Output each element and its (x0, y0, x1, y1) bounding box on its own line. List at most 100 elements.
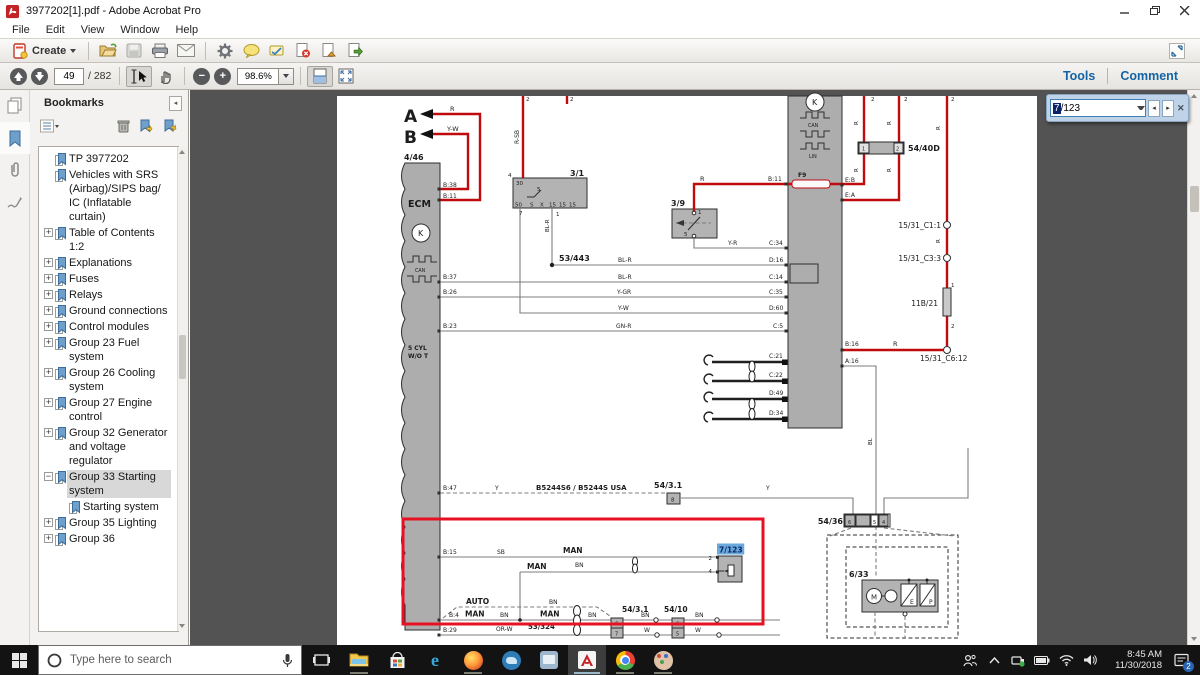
bookmark-label[interactable]: Group 27 Engine control (67, 396, 171, 424)
close-find-bar-icon[interactable]: ✕ (1177, 103, 1185, 114)
fit-window-button[interactable] (333, 66, 359, 87)
maximize-button[interactable] (1140, 0, 1170, 22)
bookmark-label[interactable]: Fuses (67, 272, 101, 286)
bookmarks-scrollbar[interactable] (177, 147, 187, 631)
bookmark-item[interactable]: + Relays (43, 288, 177, 302)
taskbar-search-box[interactable]: Type here to search (38, 645, 302, 675)
bookmark-item[interactable]: + Group 35 Lighting (43, 516, 177, 530)
search-input[interactable]: 7/123 (1050, 99, 1146, 117)
zoom-dropdown-button[interactable] (279, 68, 294, 85)
menu-view[interactable]: View (73, 24, 113, 36)
new-bookmark-from-selection-button[interactable] (163, 119, 178, 138)
bookmark-label[interactable]: Relays (67, 288, 105, 302)
bookmark-item[interactable]: +Fuses (43, 272, 177, 286)
tools-panel-button[interactable]: Tools (1051, 69, 1107, 83)
bookmark-label[interactable]: Explanations (67, 256, 134, 270)
previous-page-button[interactable] (10, 68, 27, 85)
expander-icon[interactable]: + (44, 518, 53, 527)
volume-icon[interactable] (1078, 645, 1102, 675)
bookmark-item[interactable]: Vehicles with SRS (Airbag)/SIPS bag/ IC … (43, 168, 177, 224)
bookmark-label[interactable]: Control modules (67, 320, 151, 334)
bookmark-label[interactable]: TP 3977202 (67, 152, 131, 166)
expander-icon[interactable]: + (44, 290, 53, 299)
bookmark-item[interactable]: +Group 27 Engine control (43, 396, 177, 424)
scrollbar-thumb[interactable] (1190, 186, 1199, 212)
new-bookmark-button[interactable] (139, 119, 154, 138)
scrollbar-thumb[interactable] (179, 335, 186, 379)
find-next-button[interactable]: ▸ (1162, 100, 1174, 117)
bookmark-item[interactable]: +Group 32 Generator and voltage regulato… (43, 426, 177, 468)
zoom-out-button[interactable]: − (193, 68, 210, 85)
bookmark-item[interactable]: +Explanations (43, 256, 177, 270)
expand-toolbar-button[interactable] (1164, 40, 1190, 61)
bookmark-label[interactable]: Group 35 Lighting (67, 516, 158, 530)
hand-tool-button[interactable] (152, 66, 178, 87)
find-previous-button[interactable]: ◂ (1148, 100, 1160, 117)
microsoft-store-icon[interactable] (378, 645, 416, 675)
expander-icon[interactable]: + (44, 228, 53, 237)
people-icon[interactable] (958, 645, 982, 675)
menu-file[interactable]: File (4, 24, 38, 36)
print-button[interactable] (147, 40, 173, 61)
expander-icon[interactable]: + (44, 306, 53, 315)
chevron-down-icon[interactable] (1137, 106, 1145, 110)
sign-highlight-button[interactable] (264, 40, 290, 61)
bookmarks-tab[interactable] (0, 122, 30, 154)
document-scrollbar[interactable] (1187, 90, 1200, 645)
next-page-button[interactable] (31, 68, 48, 85)
delete-bookmark-button[interactable] (117, 119, 130, 138)
zoom-in-button[interactable]: + (214, 68, 231, 85)
task-view-button[interactable] (302, 645, 340, 675)
bookmark-label[interactable]: Group 33 Starting system (67, 470, 171, 498)
bookmark-item[interactable]: + Control modules (43, 320, 177, 334)
bookmark-label[interactable]: Group 23 Fuel system (67, 336, 171, 364)
bookmark-item[interactable]: TP 3977202 (43, 152, 177, 166)
bookmark-label[interactable]: Ground connections (67, 304, 169, 318)
scroll-down-arrow[interactable] (1191, 637, 1197, 641)
acrobat-taskbar-icon[interactable] (568, 645, 606, 675)
menu-help[interactable]: Help (167, 24, 206, 36)
secure-pdf-button[interactable] (290, 40, 316, 61)
chrome-icon[interactable] (606, 645, 644, 675)
edge-browser-icon[interactable]: e (416, 645, 454, 675)
hidden-icons-chevron[interactable] (982, 645, 1006, 675)
collapse-panel-button[interactable]: ◂ (169, 96, 182, 111)
expander-icon[interactable]: + (44, 322, 53, 331)
send-file-button[interactable] (342, 40, 368, 61)
bookmark-item[interactable]: +Group 26 Cooling system (43, 366, 177, 394)
bookmark-item[interactable]: − Group 33 Starting system (43, 470, 177, 498)
page-thumbnails-tab[interactable] (0, 90, 30, 122)
firefox-icon[interactable] (454, 645, 492, 675)
open-file-button[interactable] (95, 40, 121, 61)
expander-icon[interactable]: + (44, 338, 53, 347)
bookmark-item[interactable]: + Group 23 Fuel system (43, 336, 177, 364)
bookmark-label[interactable]: Starting system (81, 500, 161, 514)
email-button[interactable] (173, 40, 199, 61)
bookmark-label[interactable]: Group 36 (67, 532, 117, 546)
taskbar-clock[interactable]: 8:45 AM 11/30/2018 (1102, 649, 1166, 671)
document-area[interactable]: ABRY-W4/46ECMB:38B:11B:37B:26B:235 CYLW/… (190, 90, 1200, 645)
scrolling-mode-button[interactable] (307, 66, 333, 87)
comment-panel-button[interactable]: Comment (1108, 69, 1190, 83)
microphone-icon[interactable] (282, 653, 293, 668)
menu-edit[interactable]: Edit (38, 24, 73, 36)
bookmark-item[interactable]: Starting system (57, 500, 177, 514)
scroll-up-arrow[interactable] (179, 150, 185, 154)
action-center-button[interactable]: 2 (1166, 645, 1196, 675)
minimize-button[interactable] (1110, 0, 1140, 22)
expander-icon[interactable]: − (44, 472, 53, 481)
zoom-level-input[interactable]: 98.6% (237, 68, 279, 85)
signatures-tab[interactable] (0, 186, 30, 218)
comment-bubble-button[interactable] (238, 40, 264, 61)
export-pdf-button[interactable] (316, 40, 342, 61)
scroll-up-arrow[interactable] (1191, 94, 1197, 98)
battery-icon[interactable] (1030, 645, 1054, 675)
select-tool-button[interactable] (126, 66, 152, 87)
start-button[interactable] (0, 645, 38, 675)
expander-icon[interactable]: + (44, 428, 53, 437)
close-button[interactable] (1170, 0, 1200, 22)
bookmark-label[interactable]: Group 26 Cooling system (67, 366, 171, 394)
create-button[interactable]: Create (6, 41, 82, 61)
bookmark-item[interactable]: +Group 36 (43, 532, 177, 546)
file-explorer-icon[interactable] (340, 645, 378, 675)
